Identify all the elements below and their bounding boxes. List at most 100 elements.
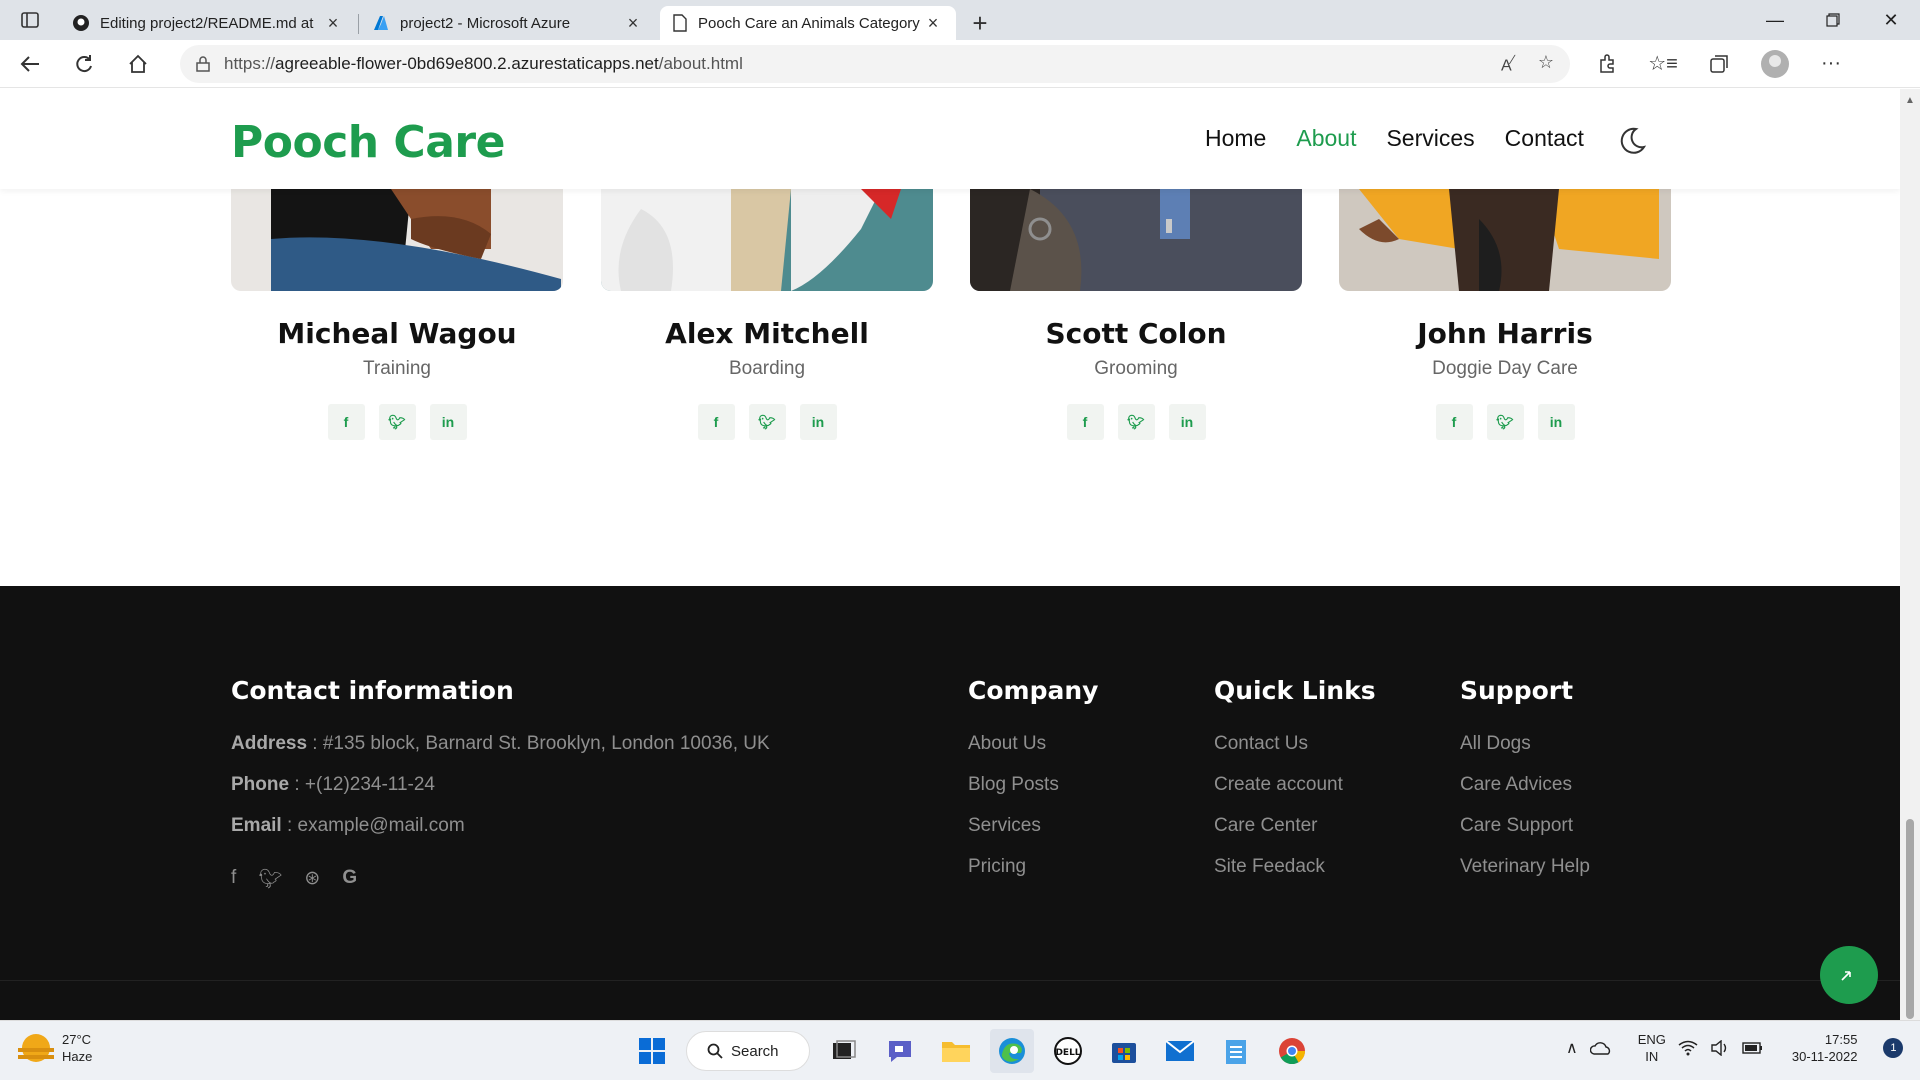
- twitter-icon[interactable]: 🐦︎: [258, 867, 282, 891]
- refresh-icon: [76, 54, 92, 72]
- team-card: Scott Colon Grooming f 🐦︎ in: [970, 189, 1302, 440]
- footer-link[interactable]: All Dogs: [1460, 733, 1590, 755]
- refresh-button[interactable]: [60, 44, 108, 84]
- language-indicator[interactable]: ENG IN: [1638, 1031, 1666, 1065]
- read-aloud-icon[interactable]: A∕: [1501, 52, 1514, 75]
- google-icon[interactable]: G: [342, 867, 357, 891]
- nav-home[interactable]: Home: [1205, 125, 1266, 152]
- twitter-icon[interactable]: 🐦︎: [748, 404, 786, 440]
- facebook-icon[interactable]: f: [697, 404, 735, 440]
- facebook-icon[interactable]: f: [1066, 404, 1104, 440]
- member-photo: [231, 189, 563, 291]
- clock[interactable]: 17:55 30-11-2022: [1792, 1031, 1858, 1065]
- task-view-icon[interactable]: [822, 1029, 866, 1073]
- close-icon[interactable]: ×: [622, 13, 644, 34]
- footer-contact: Contact information Address : #135 block…: [231, 676, 770, 891]
- dark-mode-toggle-icon[interactable]: [1616, 125, 1648, 157]
- scroll-up-icon[interactable]: ▲: [1905, 95, 1915, 106]
- browser-toolbar: https://agreeable-flower-0bd69e800.2.azu…: [0, 40, 1920, 88]
- footer-link[interactable]: Site Feedack: [1214, 856, 1376, 878]
- wifi-icon[interactable]: [1678, 1040, 1698, 1056]
- dell-icon[interactable]: DELL: [1046, 1029, 1090, 1073]
- linkedin-icon[interactable]: in: [799, 404, 837, 440]
- close-icon[interactable]: ×: [922, 13, 944, 34]
- store-icon[interactable]: [1102, 1029, 1146, 1073]
- chat-icon[interactable]: [878, 1029, 922, 1073]
- temperature: 27°C: [62, 1032, 92, 1047]
- favorite-add-icon[interactable]: ☆: [1538, 52, 1554, 75]
- facebook-icon[interactable]: f: [231, 867, 236, 891]
- address-bar[interactable]: https://agreeable-flower-0bd69e800.2.azu…: [180, 44, 1570, 83]
- chevron-up-icon[interactable]: ∧: [1566, 1038, 1578, 1058]
- footer-link[interactable]: Contact Us: [1214, 733, 1376, 755]
- volume-icon[interactable]: [1710, 1040, 1730, 1056]
- edge-icon[interactable]: [990, 1029, 1034, 1073]
- member-photo: [1339, 189, 1671, 291]
- search-icon: [707, 1043, 723, 1059]
- footer-link[interactable]: Care Center: [1214, 815, 1376, 837]
- footer-heading: Company: [968, 676, 1099, 705]
- dribbble-icon[interactable]: ⊛: [304, 867, 320, 891]
- page-scrollbar[interactable]: ▲: [1900, 89, 1920, 1020]
- onedrive-icon[interactable]: [1589, 1041, 1612, 1055]
- home-icon: [129, 54, 147, 73]
- more-options-icon[interactable]: ···: [1808, 44, 1854, 84]
- tab-actions-button[interactable]: [0, 0, 60, 40]
- scroll-to-top-button[interactable]: [1820, 946, 1878, 1004]
- home-button[interactable]: [114, 44, 162, 84]
- member-role: Doggie Day Care: [1432, 358, 1578, 379]
- new-tab-button[interactable]: +: [960, 6, 1000, 40]
- scrollbar-thumb[interactable]: [1906, 819, 1914, 1019]
- linkedin-icon[interactable]: in: [1537, 404, 1575, 440]
- site-logo[interactable]: Pooch Care: [231, 117, 505, 168]
- profile-button[interactable]: [1752, 44, 1798, 84]
- notification-badge[interactable]: 1: [1883, 1038, 1904, 1058]
- footer-company: Company About Us Blog Posts Services Pri…: [968, 676, 1098, 897]
- footer-heading: Contact information: [231, 676, 514, 705]
- nav-contact[interactable]: Contact: [1505, 125, 1584, 152]
- footer-link[interactable]: Care Support: [1460, 815, 1590, 837]
- linkedin-icon[interactable]: in: [429, 404, 467, 440]
- back-button[interactable]: [6, 44, 54, 84]
- restore-icon: [1826, 13, 1840, 27]
- facebook-icon[interactable]: f: [1435, 404, 1473, 440]
- mail-icon[interactable]: [1158, 1029, 1202, 1073]
- file-explorer-icon[interactable]: [934, 1029, 978, 1073]
- member-name: Micheal Wagou: [277, 317, 517, 350]
- browser-tab[interactable]: Editing project2/README.md at ×: [60, 6, 359, 40]
- lock-icon: [196, 55, 210, 72]
- chrome-icon[interactable]: [1270, 1029, 1314, 1073]
- weather-widget[interactable]: 27°C Haze: [18, 1031, 92, 1065]
- battery-icon[interactable]: [1742, 1041, 1764, 1055]
- facebook-icon[interactable]: f: [327, 404, 365, 440]
- browser-tab-active[interactable]: Pooch Care an Animals Category ×: [660, 6, 956, 40]
- azure-icon: [374, 16, 388, 30]
- twitter-icon[interactable]: 🐦︎: [378, 404, 416, 440]
- footer-link[interactable]: About Us: [968, 733, 1098, 755]
- footer-link[interactable]: Services: [968, 815, 1098, 837]
- close-window-button[interactable]: ✕: [1862, 0, 1920, 40]
- start-button[interactable]: [630, 1029, 674, 1073]
- browser-tab[interactable]: project2 - Microsoft Azure ×: [360, 6, 656, 40]
- tab-title: Pooch Care an Animals Category: [698, 14, 920, 32]
- footer-link[interactable]: Veterinary Help: [1460, 856, 1590, 878]
- member-name: John Harris: [1417, 317, 1593, 350]
- minimize-button[interactable]: —: [1746, 0, 1804, 40]
- twitter-icon[interactable]: 🐦︎: [1117, 404, 1155, 440]
- notepad-icon[interactable]: [1214, 1029, 1258, 1073]
- linkedin-icon[interactable]: in: [1168, 404, 1206, 440]
- collections-icon[interactable]: [1696, 44, 1742, 84]
- footer-link[interactable]: Create account: [1214, 774, 1376, 796]
- extensions-icon[interactable]: [1584, 44, 1630, 84]
- footer-link[interactable]: Care Advices: [1460, 774, 1590, 796]
- close-icon[interactable]: ×: [322, 13, 344, 34]
- nav-services[interactable]: Services: [1386, 125, 1474, 152]
- nav-about[interactable]: About: [1296, 125, 1356, 152]
- taskbar-search[interactable]: Search: [686, 1031, 810, 1071]
- twitter-icon[interactable]: 🐦︎: [1486, 404, 1524, 440]
- footer-link[interactable]: Blog Posts: [968, 774, 1098, 796]
- url-host: agreeable-flower-0bd69e800.2.azurestatic…: [275, 53, 659, 73]
- footer-link[interactable]: Pricing: [968, 856, 1098, 878]
- favorites-icon[interactable]: ☆≡: [1640, 44, 1686, 84]
- restore-button[interactable]: [1804, 0, 1862, 40]
